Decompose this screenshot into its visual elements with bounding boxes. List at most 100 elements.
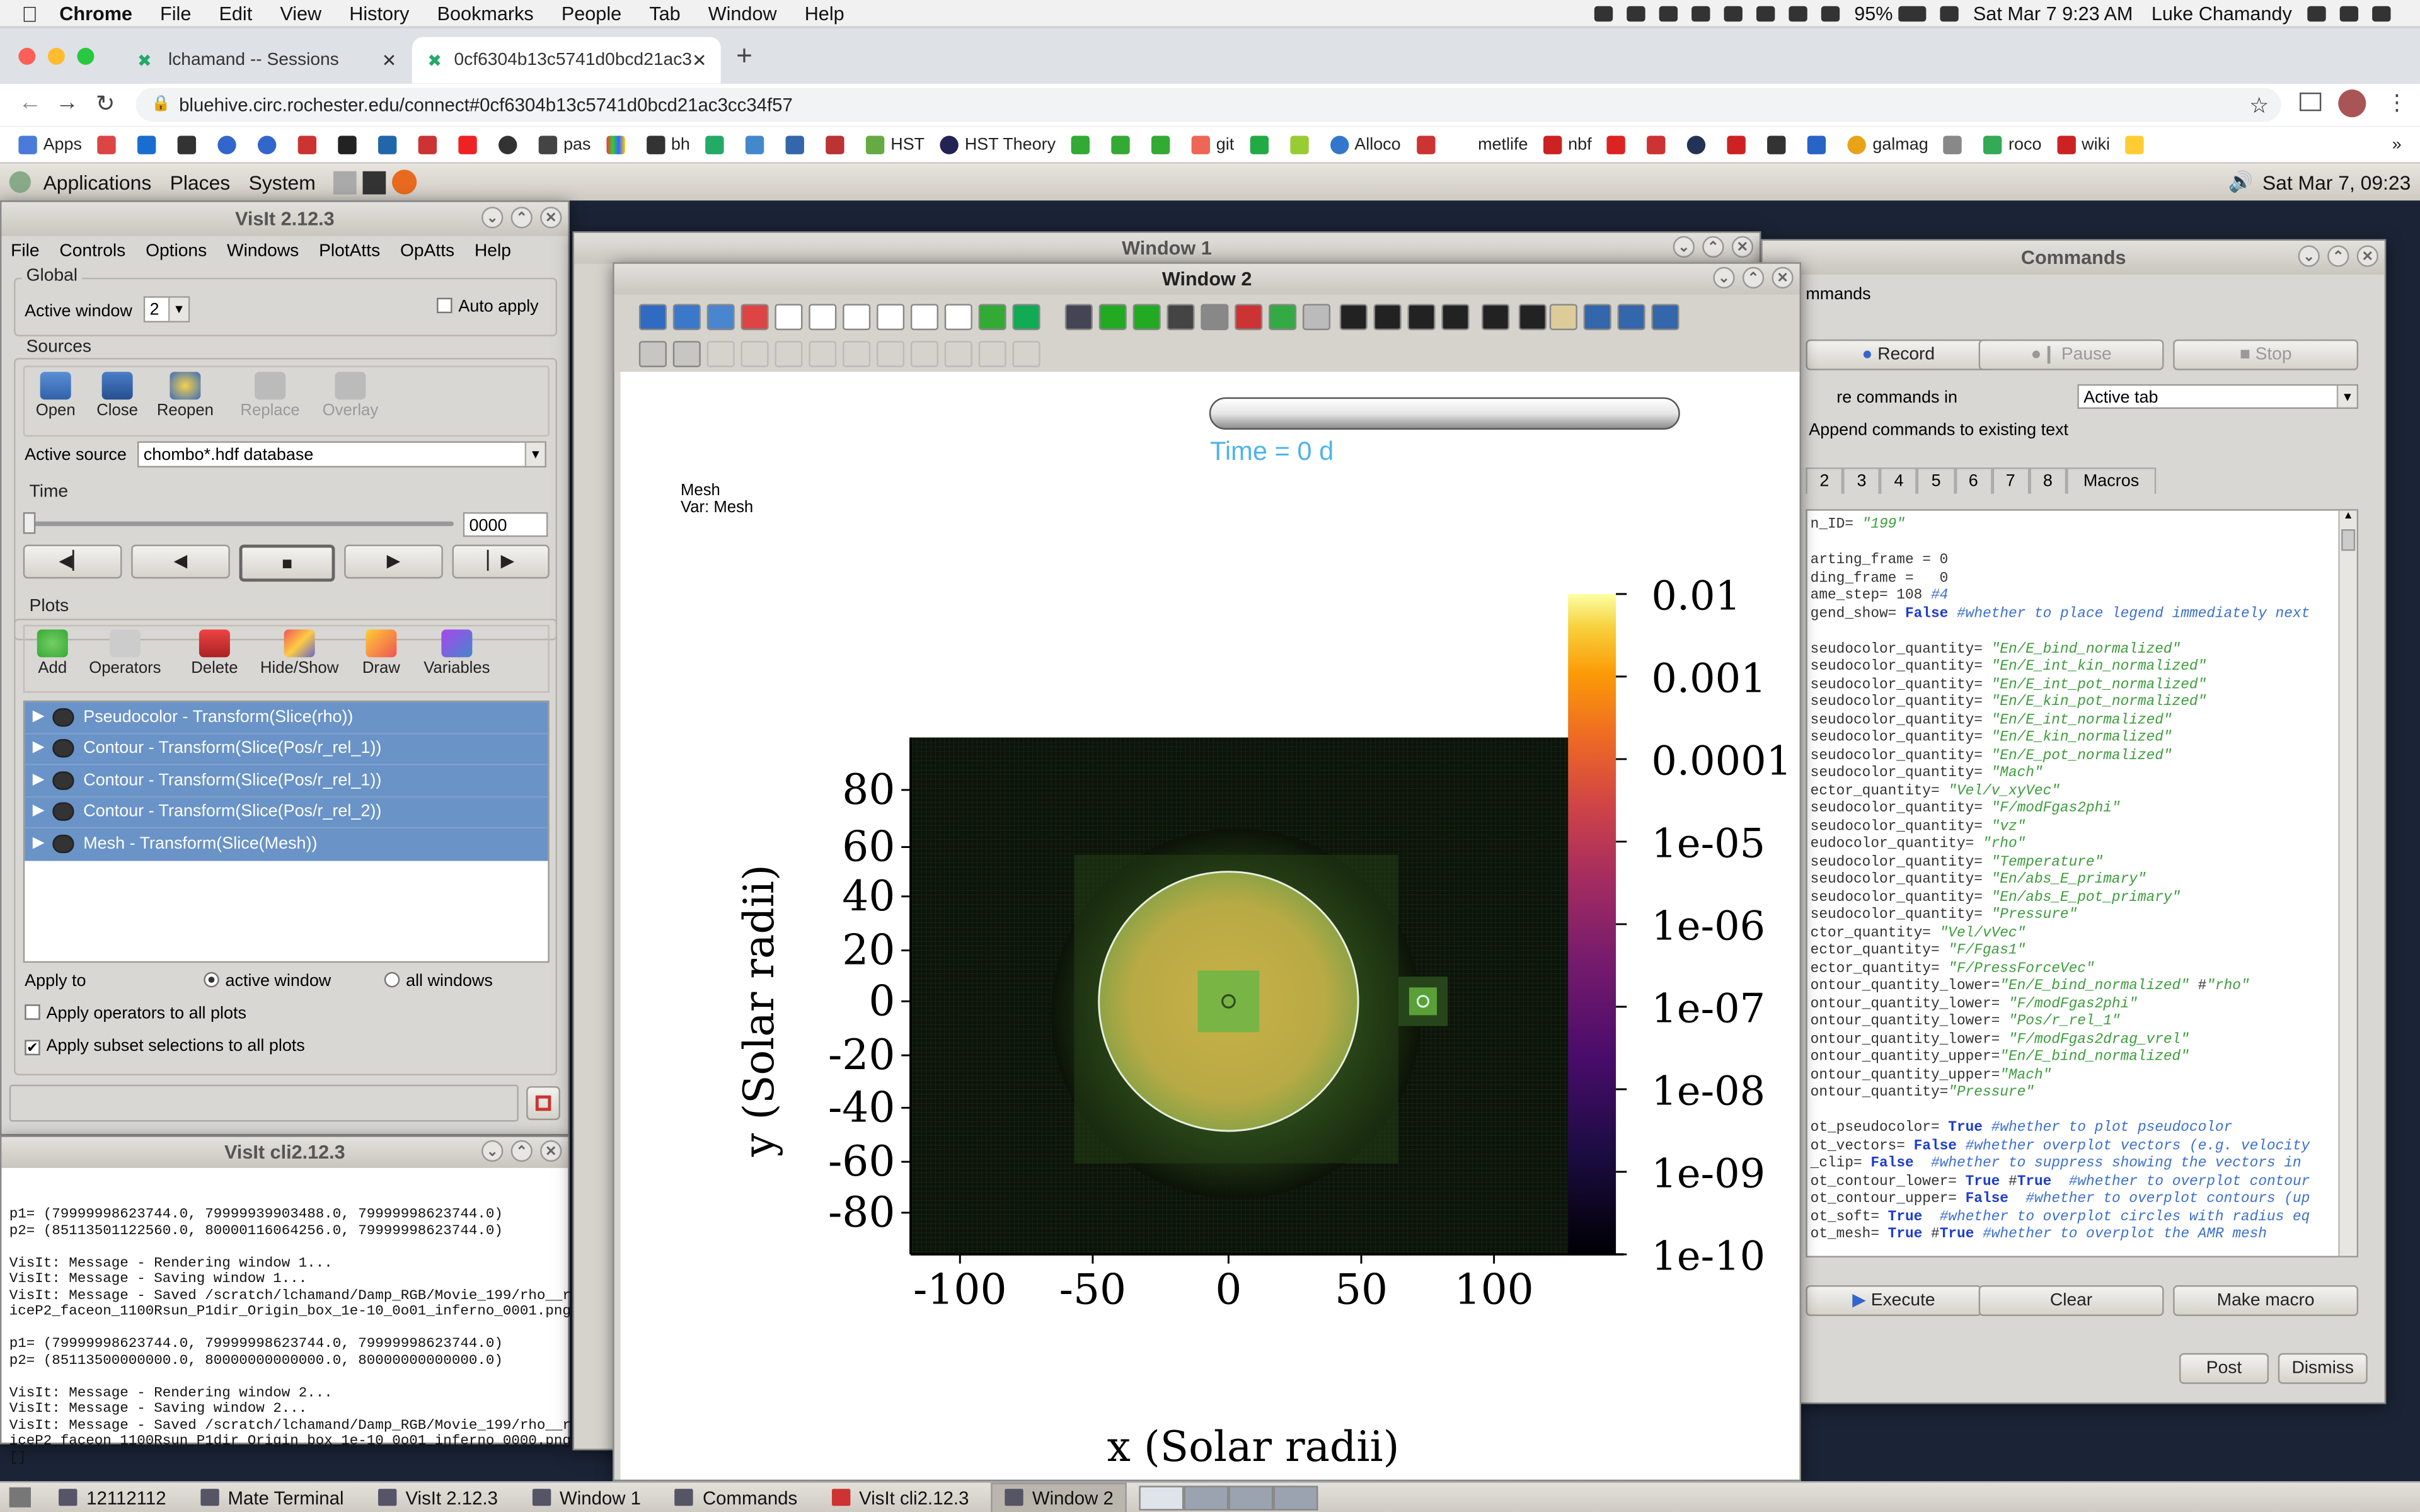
bookmark-hst[interactable]: HST [866,135,925,154]
make-macro-button[interactable]: Make macro [2173,1285,2359,1316]
bookmark-item[interactable] [1249,135,1274,154]
workspace-1[interactable] [1139,1485,1185,1510]
toolbar-tool-icon[interactable] [1651,304,1680,331]
plot-list-item[interactable]: ▶ Pseudocolor - Transform(Slice(rho)) [25,702,548,734]
menu-edit[interactable]: Edit [219,3,252,24]
back-icon[interactable]: ← [18,89,42,116]
location-icon[interactable] [1659,5,1679,21]
menubar-clock[interactable]: Sat Mar 7 9:23 AM [1973,3,2133,24]
time-slider-handle[interactable] [23,512,36,534]
battery-icon[interactable] [1899,5,1927,21]
tab-5[interactable]: 5 [1917,467,1955,494]
bookmark-item[interactable] [338,135,363,154]
menu-window[interactable]: Window [708,3,777,24]
bookmark-wiki[interactable]: wiki [2056,135,2110,154]
tab-7[interactable]: 7 [1991,467,2029,494]
maximize-icon[interactable]: ⌃ [1742,266,1765,289]
bookmark-item[interactable] [1416,135,1441,154]
menu-controls[interactable]: Controls [59,242,125,260]
expand-icon[interactable]: ▶ [25,796,52,828]
bookmark-item[interactable] [1151,135,1176,154]
toolbar-tool-icon[interactable] [1441,304,1470,331]
bookmark-gmail[interactable] [97,135,122,154]
taskbar-item-active[interactable]: Window 2 [990,1482,1127,1512]
bookmark-item[interactable] [826,135,850,154]
toolbar-tool-icon[interactable] [706,304,735,331]
bookmark-metlife[interactable]: metlife [1478,135,1528,153]
toolbar-tool-icon[interactable] [978,304,1006,331]
eye-icon[interactable] [52,739,74,759]
menu-tab[interactable]: Tab [649,3,680,24]
menu-bookmarks[interactable]: Bookmarks [437,3,534,24]
taskbar-item[interactable]: Commands [662,1482,810,1512]
bookmark-item[interactable] [297,135,323,154]
toolbar-tool-icon[interactable] [638,304,667,331]
append-commands-checkbox[interactable]: Append commands to existing text [1809,421,2068,440]
toolbar-tool-icon[interactable] [1407,304,1436,331]
toolbar-mode-icon[interactable] [877,341,905,367]
toolbar-mode-icon[interactable] [1012,341,1040,367]
toolbar-tool-icon[interactable] [1201,304,1229,331]
user-name[interactable]: Luke Chamandy [2152,3,2292,24]
hide-show-button[interactable]: Hide/Show [251,629,347,677]
store-commands-select[interactable]: Active tab ▼ [2077,384,2359,409]
toolbar-mode-icon[interactable] [809,341,837,367]
operators-button[interactable]: Operators [82,629,168,677]
toolbar-tool-icon[interactable] [1064,304,1093,331]
pause-button[interactable]: ●❙ Pause [1978,339,2164,370]
bookmark-item[interactable] [1647,135,1672,154]
bookmark-item[interactable] [217,135,243,154]
toolbar-tool-icon[interactable] [740,304,769,331]
delete-button[interactable]: Delete [183,629,245,677]
tab-8[interactable]: 8 [2029,467,2066,494]
tab-6[interactable]: 6 [1954,467,1992,494]
active-window-radio[interactable]: active window [204,971,331,990]
stop-button[interactable]: ■ Stop [2173,339,2359,370]
menu-options[interactable]: Options [146,242,207,260]
replace-button[interactable]: Replace [233,372,308,420]
time-machine-icon[interactable] [1756,5,1776,21]
all-windows-radio[interactable]: all windows [384,971,493,990]
minimize-icon[interactable]: ⌄ [481,207,504,229]
forward-icon[interactable]: → [55,89,79,116]
bookmark-pas[interactable]: pas [538,135,591,154]
window-titlebar[interactable]: VisIt 2.12.3 ⌄ ⌃ ✕ [1,202,568,236]
menu-plotatts[interactable]: PlotAtts [319,242,380,260]
menu-file[interactable]: File [160,3,191,24]
toolbar-mode-icon[interactable] [978,341,1006,367]
bookmark-item[interactable] [1807,135,1832,154]
play-reverse-button[interactable]: ◀ [131,544,230,579]
zoom-window-icon[interactable] [77,47,95,64]
toolbar-tool-icon[interactable] [1235,304,1263,331]
toolbar-mode-icon[interactable] [672,341,701,367]
menu-people[interactable]: People [562,3,621,24]
open-button[interactable]: Open [30,372,82,420]
menu-file[interactable]: File [11,242,39,260]
dismiss-button[interactable]: Dismiss [2278,1353,2368,1384]
notification-center-icon[interactable] [2372,5,2391,21]
close-icon[interactable]: ✕ [1772,266,1794,289]
post-button[interactable]: Post [2179,1353,2269,1384]
stop-execution-button[interactable] [526,1086,560,1120]
maximize-icon[interactable]: ⌃ [510,207,533,229]
plot-list-item[interactable]: ▶ Contour - Transform(Slice(Pos/r_rel_2)) [25,796,548,829]
toolbar-tool-icon[interactable] [1482,304,1510,331]
command-editor[interactable]: n_ID= "199" arting_frame = 0 ding_frame =… [1806,509,2359,1257]
app-menu[interactable]: Chrome [59,3,132,24]
workspace-3[interactable] [1229,1485,1274,1510]
profile-avatar[interactable] [2338,89,2366,118]
toolbar-mode-icon[interactable] [740,341,769,367]
eye-icon[interactable] [52,803,74,822]
step-forward-button[interactable]: ▏▶ [452,544,550,579]
toolbar-tool-icon[interactable] [1167,304,1195,331]
apply-operators-checkbox[interactable]: Apply operators to all plots [25,1004,246,1023]
expand-icon[interactable]: ▶ [25,733,52,764]
tray-app-icon[interactable] [1627,5,1646,21]
bookmark-roco[interactable]: roco [1983,135,2041,154]
toolbar-tool-icon[interactable] [672,304,701,331]
bookmark-item[interactable] [1727,135,1752,154]
toolbar-mode-icon[interactable] [944,341,972,367]
play-button[interactable]: ▶ [344,544,443,579]
workspace-4[interactable] [1274,1485,1319,1510]
time-slider[interactable] [28,521,454,527]
